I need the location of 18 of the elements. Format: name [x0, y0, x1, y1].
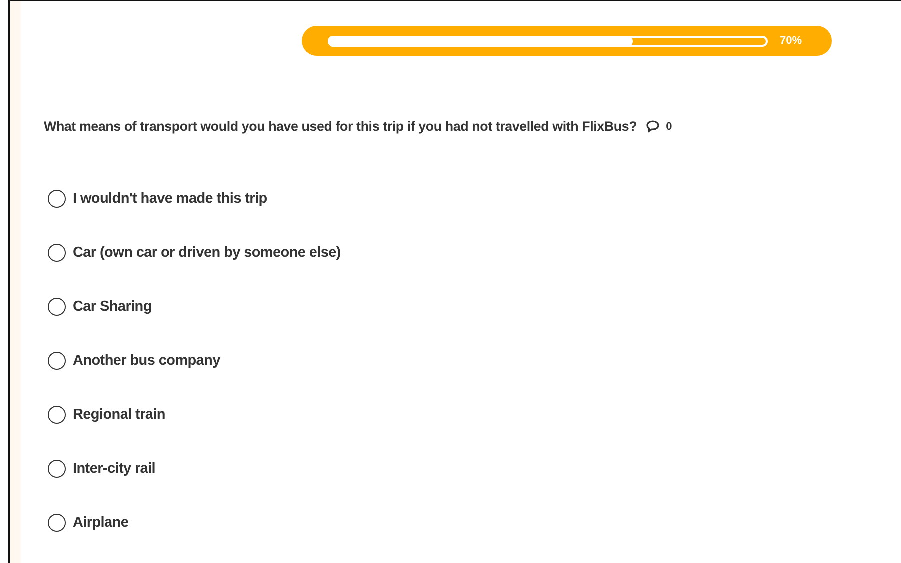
progress-percent: 70%	[780, 35, 802, 47]
option-label[interactable]: Airplane	[73, 515, 129, 531]
radio-button[interactable]	[48, 298, 66, 316]
option-label[interactable]: Inter-city rail	[73, 461, 156, 477]
option-label[interactable]: Another bus company	[73, 353, 220, 369]
comment-count: 0	[666, 120, 672, 132]
radio-button[interactable]	[48, 190, 66, 208]
option-label[interactable]: Car (own car or driven by someone else)	[73, 245, 341, 261]
comment-icon[interactable]	[646, 120, 660, 133]
question-text: What means of transport would you have used for this trip if you had not travelled with FlixBus?	[44, 119, 638, 134]
radio-button[interactable]	[48, 352, 66, 370]
option-label[interactable]: I wouldn't have made this trip	[73, 191, 268, 207]
radio-button[interactable]	[48, 514, 66, 532]
radio-button[interactable]	[48, 406, 66, 424]
option-label[interactable]: Car Sharing	[73, 299, 152, 315]
radio-button[interactable]	[48, 460, 66, 478]
radio-button[interactable]	[48, 244, 66, 262]
option-label[interactable]: Regional train	[73, 407, 166, 423]
